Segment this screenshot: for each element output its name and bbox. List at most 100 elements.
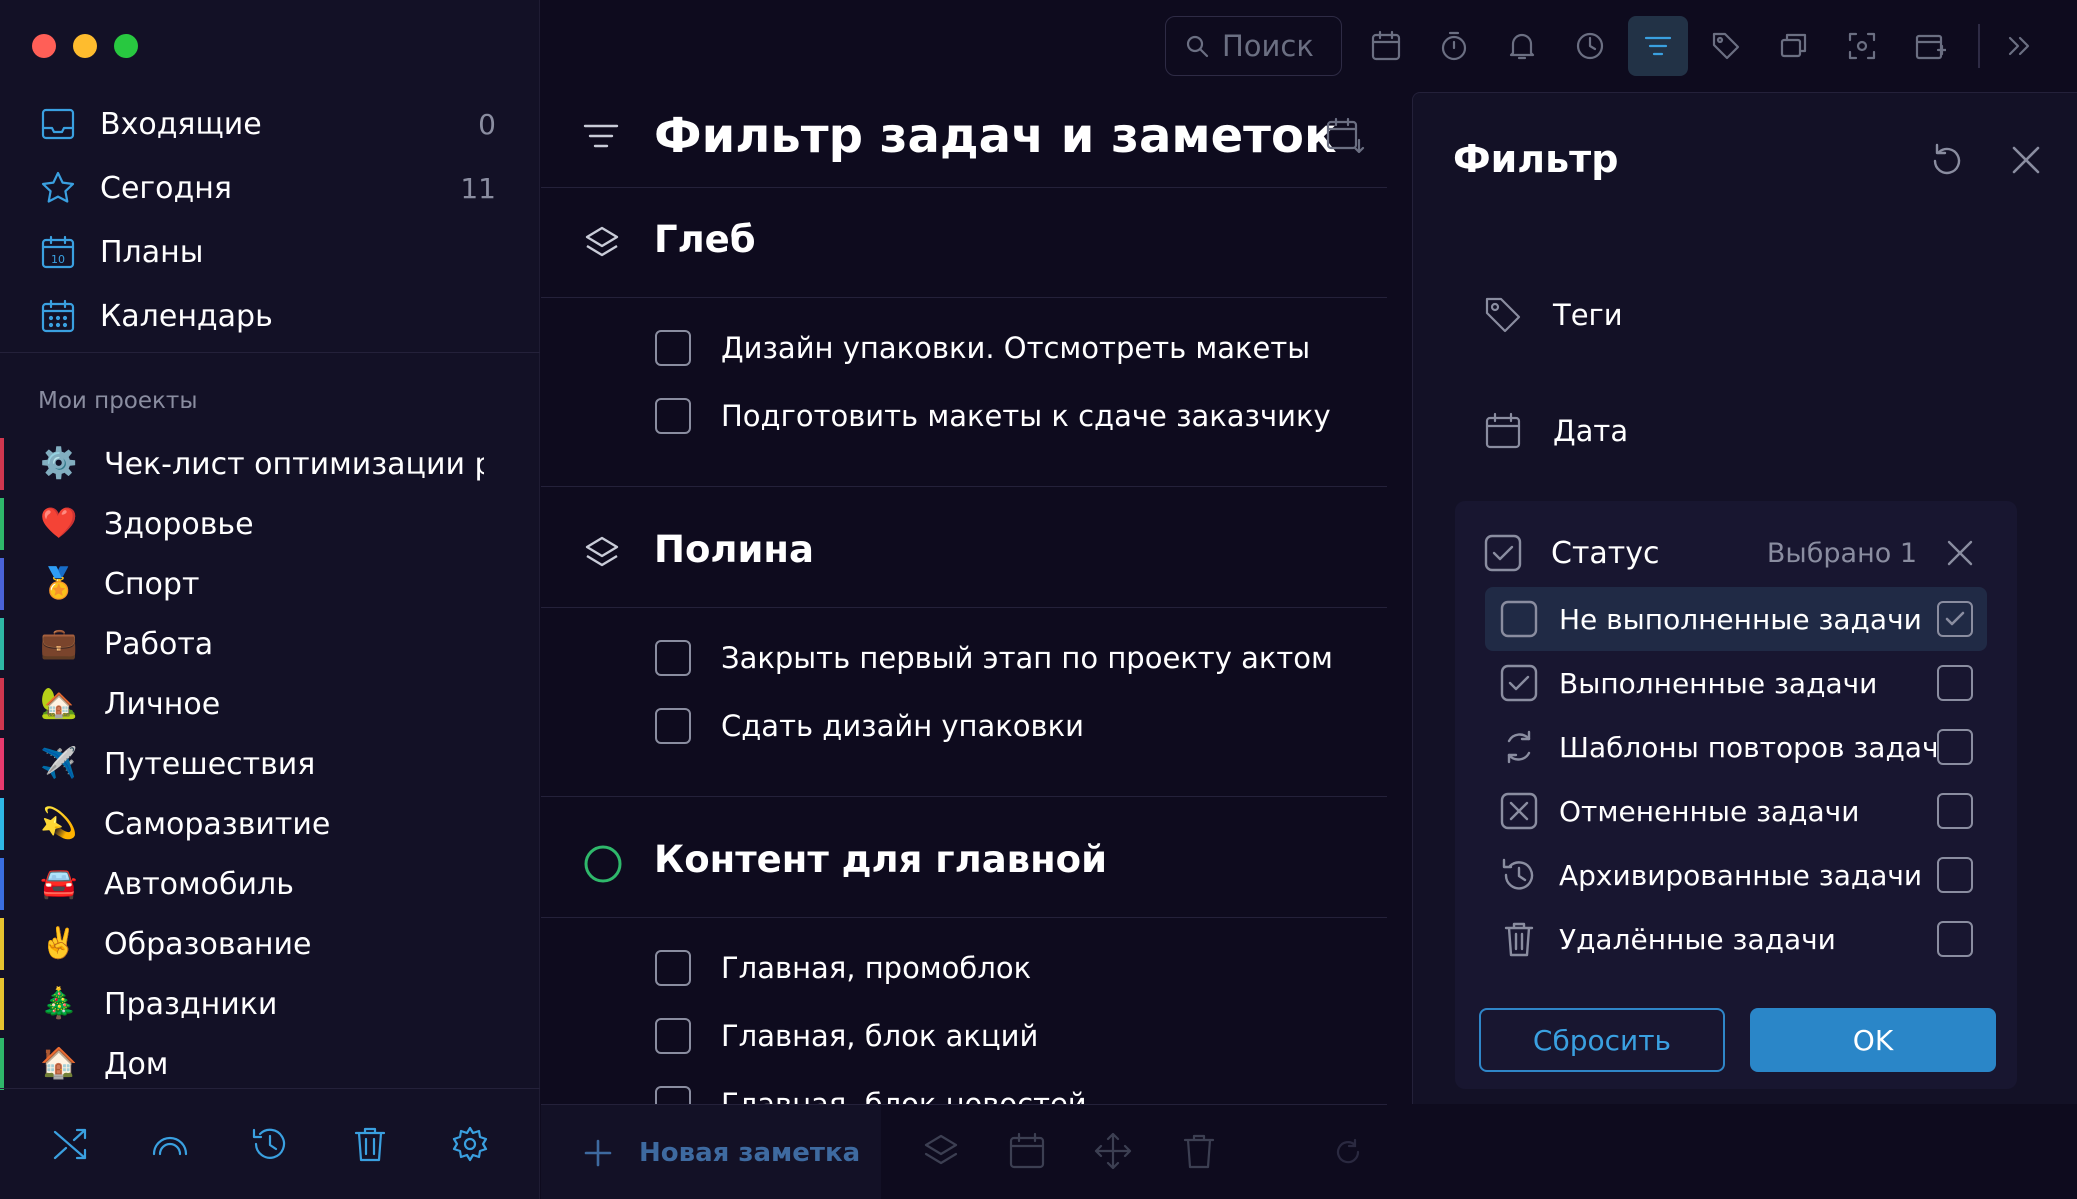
page-title: Фильтр задач и заметок xyxy=(654,108,1337,164)
reset-icon[interactable] xyxy=(1927,141,1967,181)
option-checkbox[interactable] xyxy=(1937,665,1973,701)
chevrons-right-icon xyxy=(2008,36,2030,56)
option-checkbox[interactable] xyxy=(1937,601,1973,637)
filter-row-date[interactable]: Дата xyxy=(1483,411,1628,451)
nav-label: Календарь xyxy=(100,298,273,334)
nav-item-plans[interactable]: 10 Планы xyxy=(0,220,540,284)
project-color-bar xyxy=(0,918,4,970)
layers-icon[interactable] xyxy=(921,1131,961,1171)
option-checkbox[interactable] xyxy=(1937,921,1973,957)
option-checkbox[interactable] xyxy=(1937,793,1973,829)
task-item[interactable]: Главная, промоблок xyxy=(655,948,1031,988)
filter-row-tags[interactable]: Теги xyxy=(1483,295,1623,335)
task-title: Главная, блок акций xyxy=(721,1019,1039,1053)
project-item[interactable]: 💫 Саморазвитие xyxy=(0,794,540,854)
filter-button[interactable] xyxy=(1628,16,1688,76)
project-item[interactable]: 💼 Работа xyxy=(0,614,540,674)
project-item[interactable]: ⚙️ Чек-лист оптимизации работы xyxy=(0,434,540,494)
reset-button[interactable]: Сбросить xyxy=(1479,1008,1725,1072)
group-header[interactable]: Контент для главной xyxy=(541,808,1387,918)
task-item[interactable]: Главная, блок акций xyxy=(655,1016,1038,1056)
group-header[interactable]: Глеб xyxy=(541,188,1387,298)
ok-button[interactable]: OK xyxy=(1750,1008,1996,1072)
option-checkbox[interactable] xyxy=(1937,729,1973,765)
maximize-window-button[interactable] xyxy=(114,34,138,58)
nav-item-inbox[interactable]: Входящие 0 xyxy=(0,92,540,156)
project-item[interactable]: 🏅 Спорт xyxy=(0,554,540,614)
project-label: Дом xyxy=(104,1046,169,1082)
task-checkbox[interactable] xyxy=(655,1018,691,1054)
status-option[interactable]: Удалённые задачи xyxy=(1485,907,1987,971)
option-checkbox[interactable] xyxy=(1937,857,1973,893)
cards-button[interactable] xyxy=(1764,16,1824,76)
scan-button[interactable] xyxy=(1832,16,1892,76)
new-note-button[interactable]: Новая заметка xyxy=(541,1105,881,1199)
trash-icon[interactable] xyxy=(1179,1131,1219,1171)
status-option[interactable]: Не выполненные задачи xyxy=(1485,587,1987,651)
project-item[interactable]: 🏡 Личное xyxy=(0,674,540,734)
calendar-grid-icon xyxy=(41,299,75,333)
expand-button[interactable] xyxy=(1990,16,2050,76)
project-item[interactable]: 🏠 Дом xyxy=(0,1034,540,1090)
project-item[interactable]: ✈️ Путешествия xyxy=(0,734,540,794)
task-checkbox[interactable] xyxy=(655,708,691,744)
project-emoji-icon: 🎄 xyxy=(40,986,78,1021)
sidebar-nav: Входящие 0 Сегодня 11 10 Планы Календарь xyxy=(0,92,540,348)
status-option[interactable]: Шаблоны повторов задач xyxy=(1485,715,1987,779)
settings-icon[interactable] xyxy=(450,1124,490,1164)
status-filter: Статус Выбрано 1 Не выполненные задачи В… xyxy=(1455,501,2017,1089)
close-window-button[interactable] xyxy=(32,34,56,58)
minimize-window-button[interactable] xyxy=(73,34,97,58)
task-item[interactable]: Дизайн упаковки. Отсмотреть макеты xyxy=(655,328,1310,368)
checkbox-empty-icon xyxy=(1500,600,1538,638)
tags-button[interactable] xyxy=(1696,16,1756,76)
project-label: Образование xyxy=(104,926,312,962)
sync-icon[interactable] xyxy=(1333,1137,1363,1167)
search-placeholder: Поиск xyxy=(1222,29,1314,63)
close-icon[interactable] xyxy=(1945,538,1975,568)
calendar-button[interactable] xyxy=(1356,16,1416,76)
filter-icon xyxy=(1644,36,1672,56)
status-option[interactable]: Отмененные задачи xyxy=(1485,779,1987,843)
project-item[interactable]: ❤️ Здоровье xyxy=(0,494,540,554)
project-emoji-icon: 💫 xyxy=(40,806,78,841)
shuffle-icon[interactable] xyxy=(50,1124,90,1164)
status-count: Выбрано 1 xyxy=(1766,537,1917,569)
trash-icon[interactable] xyxy=(350,1124,390,1164)
status-option-label: Не выполненные задачи xyxy=(1559,602,1922,636)
status-header[interactable]: Статус Выбрано 1 xyxy=(1483,531,2003,575)
focus-button[interactable] xyxy=(1560,16,1620,76)
timer-button[interactable] xyxy=(1424,16,1484,76)
sidebar: Входящие 0 Сегодня 11 10 Планы Календарь… xyxy=(0,0,540,1199)
project-item[interactable]: 🎄 Праздники xyxy=(0,974,540,1034)
move-icon[interactable] xyxy=(1093,1131,1133,1171)
task-item[interactable]: Подготовить макеты к сдаче заказчику xyxy=(655,396,1331,436)
calendar-download-icon[interactable] xyxy=(1325,116,1365,156)
search-input[interactable]: Поиск xyxy=(1165,16,1342,76)
checkbox-checked-icon xyxy=(1484,534,1522,572)
group-header[interactable]: Полина xyxy=(541,498,1387,608)
task-checkbox[interactable] xyxy=(655,950,691,986)
notifications-button[interactable] xyxy=(1492,16,1552,76)
project-item[interactable]: ✌️ Образование xyxy=(0,914,540,974)
focus-icon xyxy=(1576,32,1604,60)
task-item[interactable]: Сдать дизайн упаковки xyxy=(655,706,1084,746)
nav-item-today[interactable]: Сегодня 11 xyxy=(0,156,540,220)
rainbow-icon[interactable] xyxy=(150,1124,190,1164)
task-checkbox[interactable] xyxy=(655,398,691,434)
bell-icon xyxy=(1509,33,1535,60)
project-item[interactable]: 🚘 Автомобиль xyxy=(0,854,540,914)
status-option[interactable]: Архивированные задачи xyxy=(1485,843,1987,907)
task-checkbox[interactable] xyxy=(655,640,691,676)
filter-lines-icon[interactable] xyxy=(581,120,621,152)
nav-item-calendar[interactable]: Календарь xyxy=(0,284,540,348)
add-window-button[interactable] xyxy=(1900,16,1960,76)
task-item[interactable]: Закрыть первый этап по проекту актом xyxy=(655,638,1333,678)
close-icon[interactable] xyxy=(2009,143,2043,177)
status-option[interactable]: Выполненные задачи xyxy=(1485,651,1987,715)
task-checkbox[interactable] xyxy=(655,330,691,366)
project-color-bar xyxy=(0,438,4,490)
trash-icon xyxy=(1504,922,1534,957)
history-icon[interactable] xyxy=(250,1124,290,1164)
calendar-icon[interactable] xyxy=(1007,1131,1047,1171)
